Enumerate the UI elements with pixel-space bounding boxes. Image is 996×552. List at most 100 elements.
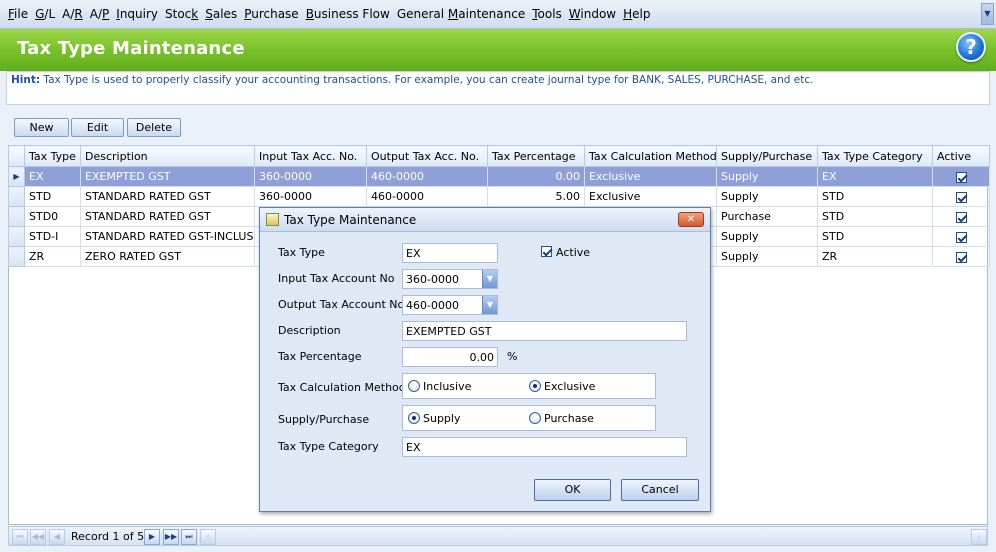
active-checkbox[interactable]: [955, 191, 967, 203]
purchase-radio[interactable]: [529, 412, 541, 424]
cell-active[interactable]: [932, 206, 990, 227]
col-header-supply-purchase[interactable]: Supply/Purchase: [716, 145, 818, 167]
cell-active[interactable]: [932, 186, 990, 207]
menu-overflow-chevron-icon[interactable]: ▼: [981, 3, 994, 25]
menu-item-4[interactable]: Inquiry: [116, 7, 158, 21]
cell-description[interactable]: STANDARD RATED GST: [80, 186, 255, 207]
tax-type-input[interactable]: EX: [402, 243, 498, 263]
menu-item-2[interactable]: A/R: [62, 7, 83, 21]
edit-button[interactable]: Edit: [71, 118, 124, 137]
menu-item-10[interactable]: Tools: [532, 7, 562, 21]
cell-supply-purchase[interactable]: Supply: [716, 246, 818, 267]
cell-tax-percentage[interactable]: 5.00: [487, 186, 585, 207]
cell-active[interactable]: [932, 166, 990, 187]
tax-type-category-input[interactable]: EX: [402, 437, 687, 457]
description-input[interactable]: EXEMPTED GST: [402, 321, 687, 341]
cell-description[interactable]: STANDARD RATED GST-INCLUSIVE: [80, 226, 255, 247]
active-checkbox[interactable]: [955, 231, 967, 243]
col-header-input-tax-acc[interactable]: Input Tax Acc. No.: [254, 145, 367, 167]
col-header-tax-percentage[interactable]: Tax Percentage: [487, 145, 585, 167]
menu-item-1[interactable]: G/L: [35, 7, 55, 21]
cell-supply-purchase[interactable]: Supply: [716, 166, 818, 187]
cancel-edit-icon[interactable]: ‹: [200, 529, 216, 545]
dialog-titlebar[interactable]: Tax Type Maintenance ✕: [260, 208, 710, 232]
cancel-button[interactable]: Cancel: [621, 479, 699, 501]
menu-item-11[interactable]: Window: [569, 7, 616, 21]
active-checkbox[interactable]: [955, 211, 967, 223]
menu-item-5[interactable]: Stock: [165, 7, 198, 21]
menu-item-7[interactable]: Purchase: [244, 7, 299, 21]
active-checkbox[interactable]: [955, 171, 967, 183]
menu-item-8[interactable]: Business Flow: [306, 7, 390, 21]
inclusive-radio[interactable]: [408, 380, 420, 392]
exclusive-label[interactable]: Exclusive: [544, 380, 595, 393]
chevron-down-icon[interactable]: ▼: [482, 270, 497, 288]
cell-description[interactable]: STANDARD RATED GST: [80, 206, 255, 227]
cell-supply-purchase[interactable]: Supply: [716, 186, 818, 207]
menu-item-text: ales: [212, 7, 238, 21]
chevron-down-icon[interactable]: ▼: [482, 296, 497, 314]
cell-category[interactable]: STD: [817, 226, 933, 247]
cell-calc-method[interactable]: Exclusive: [584, 166, 717, 187]
new-button[interactable]: New: [14, 118, 69, 137]
menu-item-9[interactable]: General Maintenance: [397, 7, 525, 21]
cell-supply-purchase[interactable]: Supply: [716, 226, 818, 247]
exclusive-radio[interactable]: [529, 380, 541, 392]
cell-output-acc[interactable]: 460-0000: [366, 186, 488, 207]
cell-input-acc[interactable]: 360-0000: [254, 186, 367, 207]
active-checkbox[interactable]: [541, 246, 552, 257]
input-tax-account-select[interactable]: 360-0000 ▼: [402, 269, 498, 289]
help-icon[interactable]: ?: [956, 32, 986, 62]
cell-category[interactable]: EX: [817, 166, 933, 187]
cell-supply-purchase[interactable]: Purchase: [716, 206, 818, 227]
ok-button[interactable]: OK: [534, 479, 611, 501]
cell-calc-method[interactable]: Exclusive: [584, 186, 717, 207]
col-header-active[interactable]: Active: [932, 145, 990, 167]
cell-category[interactable]: ZR: [817, 246, 933, 267]
cell-tax-type[interactable]: STD-I: [24, 226, 81, 247]
scroll-right-icon[interactable]: ›: [971, 529, 987, 545]
supply-label[interactable]: Supply: [423, 412, 461, 425]
col-header-output-tax-acc[interactable]: Output Tax Acc. No.: [366, 145, 488, 167]
col-header-tax-calc-method[interactable]: Tax Calculation Method: [584, 145, 717, 167]
delete-button[interactable]: Delete: [127, 118, 181, 137]
col-header-tax-type-category[interactable]: Tax Type Category: [817, 145, 933, 167]
last-record-icon[interactable]: ⏭: [181, 529, 197, 545]
next-page-icon[interactable]: ▶▶: [163, 529, 179, 545]
menu-item-12[interactable]: Help: [623, 7, 650, 21]
table-row[interactable]: STD STANDARD RATED GST 360-0000 460-0000…: [8, 186, 990, 207]
first-record-icon[interactable]: ⏮: [12, 529, 28, 545]
menu-item-6[interactable]: Sales: [205, 7, 237, 21]
cell-input-acc[interactable]: 360-0000: [254, 166, 367, 187]
prev-record-icon[interactable]: ◀: [49, 529, 65, 545]
cell-category[interactable]: STD: [817, 206, 933, 227]
table-row[interactable]: ▶ EX EXEMPTED GST 360-0000 460-0000 0.00…: [8, 166, 990, 187]
tax-percentage-input[interactable]: 0.00: [402, 347, 498, 367]
supply-radio[interactable]: [408, 412, 420, 424]
menu-item-3[interactable]: A/P: [90, 7, 110, 21]
cell-category[interactable]: STD: [817, 186, 933, 207]
cell-active[interactable]: [932, 246, 990, 267]
col-header-tax-type[interactable]: Tax Type: [24, 145, 81, 167]
active-checkbox[interactable]: [955, 251, 967, 263]
cell-active[interactable]: [932, 226, 990, 247]
cell-output-acc[interactable]: 460-0000: [366, 166, 488, 187]
menu-item-text: ile: [14, 7, 29, 21]
cell-tax-percentage[interactable]: 0.00: [487, 166, 585, 187]
inclusive-label[interactable]: Inclusive: [423, 380, 471, 393]
cell-tax-type[interactable]: STD0: [24, 206, 81, 227]
cell-description[interactable]: EXEMPTED GST: [80, 166, 255, 187]
cell-description[interactable]: ZERO RATED GST: [80, 246, 255, 267]
next-record-icon[interactable]: ▶: [144, 529, 160, 545]
prev-page-icon[interactable]: ◀◀: [30, 529, 46, 545]
cell-tax-type[interactable]: STD: [24, 186, 81, 207]
output-tax-account-select[interactable]: 460-0000 ▼: [402, 295, 498, 315]
row-indicator: [8, 186, 25, 207]
menu-item-0[interactable]: File: [8, 7, 28, 21]
cell-tax-type[interactable]: ZR: [24, 246, 81, 267]
menu-item-text: aintenance: [458, 7, 526, 21]
col-header-description[interactable]: Description: [80, 145, 255, 167]
cell-tax-type[interactable]: EX: [24, 166, 81, 187]
close-icon[interactable]: ✕: [678, 212, 704, 227]
purchase-label[interactable]: Purchase: [544, 412, 594, 425]
